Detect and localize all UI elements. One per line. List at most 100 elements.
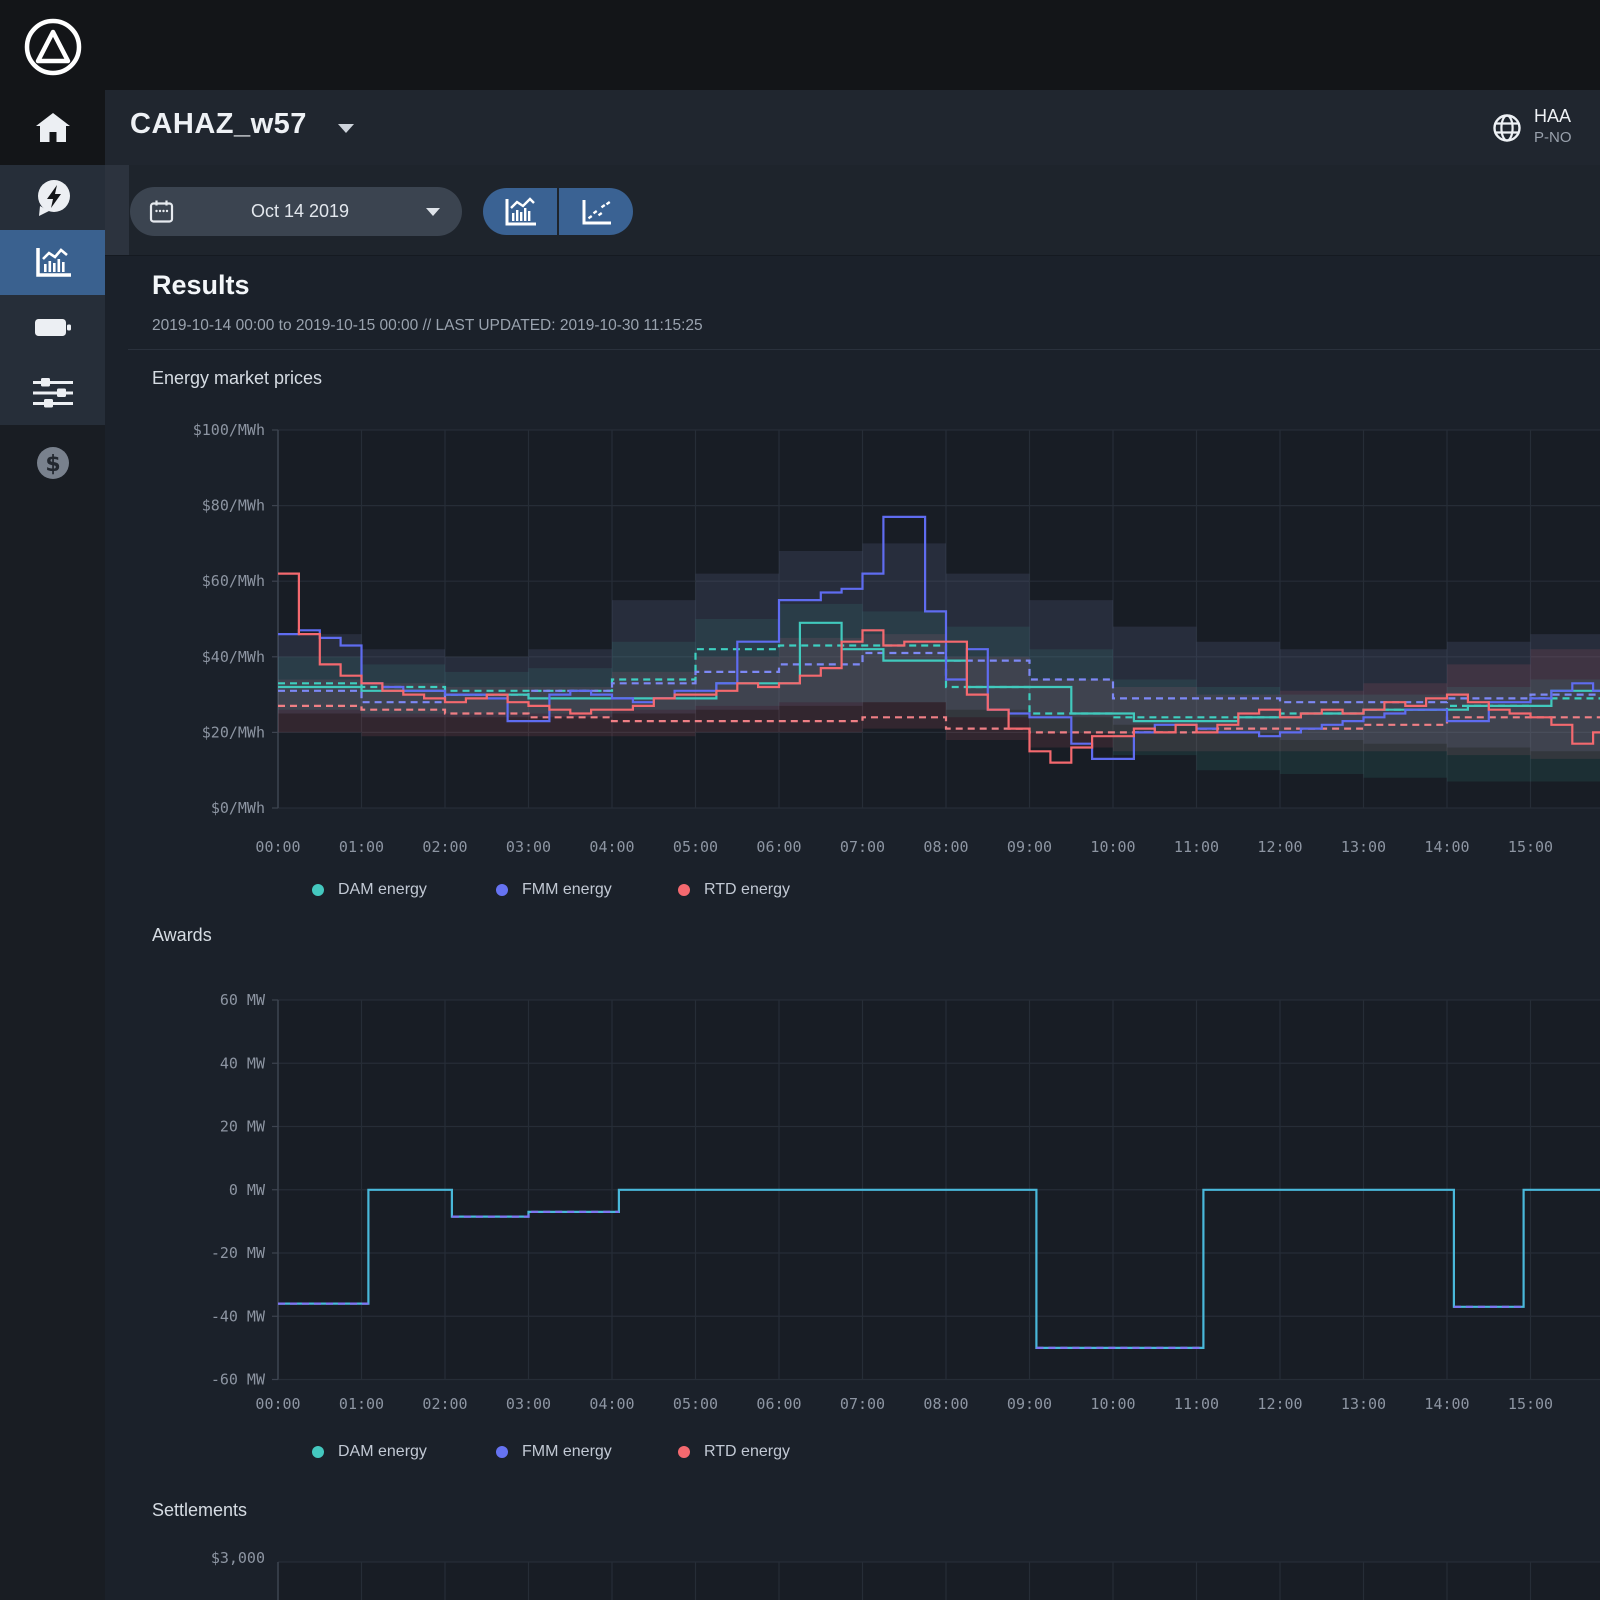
- svg-text:00:00: 00:00: [255, 1395, 300, 1413]
- sidebar-item-battery[interactable]: [0, 295, 105, 360]
- svg-text:$3,000: $3,000: [211, 1549, 265, 1567]
- sidebar-item-results[interactable]: [0, 230, 105, 295]
- svg-text:05:00: 05:00: [673, 1395, 718, 1413]
- date-caret-icon: [426, 207, 440, 216]
- legend-label: DAM energy: [338, 881, 427, 898]
- dollar-icon: $: [36, 446, 69, 479]
- home-icon: [35, 112, 70, 142]
- svg-text:06:00: 06:00: [756, 1395, 801, 1413]
- svg-text:02:00: 02:00: [422, 838, 467, 856]
- date-picker[interactable]: Oct 14 2019: [130, 187, 462, 236]
- chart-view-toggle: [483, 188, 633, 235]
- svg-text:-60 MW: -60 MW: [211, 1371, 266, 1389]
- svg-text:10:00: 10:00: [1090, 838, 1135, 856]
- svg-text:06:00: 06:00: [756, 838, 801, 856]
- svg-text:14:00: 14:00: [1424, 1395, 1469, 1413]
- energy-market-prices-chart: $0/MWh $20/MWh $40/MWh $60/MWh $80/MWh $100/M…: [193, 421, 1600, 856]
- sidebar-item-energy[interactable]: [0, 165, 105, 230]
- svg-text:11:00: 11:00: [1174, 1395, 1219, 1413]
- settlements-chart: $3,000: [211, 1549, 1600, 1600]
- svg-text:03:00: 03:00: [506, 838, 551, 856]
- account-line2: P-NO: [1534, 129, 1572, 146]
- svg-text:09:00: 09:00: [1007, 1395, 1052, 1413]
- results-subtitle: 2019-10-14 00:00 to 2019-10-15 00:00 // …: [152, 317, 703, 334]
- svg-text:04:00: 04:00: [589, 838, 634, 856]
- svg-text:0 MW: 0 MW: [229, 1181, 266, 1199]
- app-root: $ CAHAZ_w57 HAA P-NO Oct 14 2019 Results…: [0, 0, 1600, 1600]
- title-dropdown-caret-icon[interactable]: [338, 124, 354, 133]
- sidebar-item-settings[interactable]: [0, 360, 105, 425]
- chart-icon: [35, 247, 71, 277]
- legend-label: RTD energy: [704, 1443, 790, 1460]
- fmm-legend-dot-icon: [496, 884, 508, 896]
- awards-chart: -60 MW -40 MW -20 MW 0 MW 20 MW 40 MW 60 MW 00:…: [211, 991, 1600, 1413]
- svg-text:10:00: 10:00: [1090, 1395, 1135, 1413]
- account-line1: HAA: [1534, 106, 1572, 126]
- sidebar-item-billing[interactable]: $: [0, 425, 105, 500]
- svg-text:$80/MWh: $80/MWh: [202, 497, 265, 515]
- svg-text:-40 MW: -40 MW: [211, 1307, 266, 1325]
- svg-text:08:00: 08:00: [923, 838, 968, 856]
- svg-text:$20/MWh: $20/MWh: [202, 723, 265, 741]
- sliders-icon: [32, 377, 73, 407]
- svg-text:$40/MWh: $40/MWh: [202, 648, 265, 666]
- svg-text:03:00: 03:00: [506, 1395, 551, 1413]
- legend-item-dam[interactable]: DAM energy: [312, 876, 427, 904]
- svg-text:00:00: 00:00: [255, 838, 300, 856]
- legend-item-fmm[interactable]: FMM energy: [496, 1438, 612, 1466]
- rtd-legend-dot-icon: [678, 1446, 690, 1458]
- prices-section-title: Energy market prices: [152, 368, 323, 388]
- svg-text:07:00: 07:00: [840, 838, 885, 856]
- legend-label: RTD energy: [704, 881, 790, 898]
- sidebar: [0, 165, 105, 425]
- bolt-bubble-icon: [37, 179, 70, 216]
- svg-text:04:00: 04:00: [589, 1395, 634, 1413]
- settlements-section-title: Settlements: [152, 1500, 248, 1520]
- scatter-view-button[interactable]: [559, 188, 633, 235]
- rtd-legend-dot-icon: [678, 884, 690, 896]
- account-info[interactable]: HAA P-NO: [1534, 104, 1600, 156]
- results-title: Results: [152, 270, 250, 300]
- svg-text:$: $: [45, 452, 60, 477]
- date-value: Oct 14 2019: [250, 201, 350, 221]
- svg-text:13:00: 13:00: [1341, 1395, 1386, 1413]
- sidebar-item-home[interactable]: [0, 90, 105, 165]
- svg-text:15:00: 15:00: [1508, 1395, 1553, 1413]
- bar-line-chart-icon: [505, 196, 536, 225]
- svg-text:12:00: 12:00: [1257, 1395, 1302, 1413]
- battery-icon: [34, 318, 71, 336]
- svg-text:01:00: 01:00: [339, 1395, 384, 1413]
- page-title[interactable]: CAHAZ_w57: [130, 108, 307, 141]
- top-bar: [0, 0, 1600, 90]
- svg-text:20 MW: 20 MW: [220, 1118, 266, 1136]
- legend-item-rtd[interactable]: RTD energy: [678, 1438, 790, 1466]
- app-logo-icon[interactable]: [22, 16, 84, 78]
- svg-text:$60/MWh: $60/MWh: [202, 572, 265, 590]
- svg-text:09:00: 09:00: [1007, 838, 1052, 856]
- svg-text:14:00: 14:00: [1424, 838, 1469, 856]
- svg-text:02:00: 02:00: [422, 1395, 467, 1413]
- svg-text:-20 MW: -20 MW: [211, 1244, 266, 1262]
- svg-text:01:00: 01:00: [339, 838, 384, 856]
- svg-text:08:00: 08:00: [923, 1395, 968, 1413]
- dam-legend-dot-icon: [312, 884, 324, 896]
- legend-item-fmm[interactable]: FMM energy: [496, 876, 612, 904]
- svg-text:60 MW: 60 MW: [220, 991, 266, 1009]
- svg-text:11:00: 11:00: [1174, 838, 1219, 856]
- svg-text:05:00: 05:00: [673, 838, 718, 856]
- scatter-chart-icon: [582, 199, 611, 224]
- bar-line-view-button[interactable]: [483, 188, 557, 235]
- svg-text:40 MW: 40 MW: [220, 1054, 266, 1072]
- svg-text:12:00: 12:00: [1257, 838, 1302, 856]
- svg-text:$100/MWh: $100/MWh: [193, 421, 265, 439]
- globe-icon[interactable]: [1492, 113, 1522, 143]
- divider: [128, 349, 1600, 350]
- legend-item-rtd[interactable]: RTD energy: [678, 876, 790, 904]
- legend-item-dam[interactable]: DAM energy: [312, 1438, 427, 1466]
- svg-text:$0/MWh: $0/MWh: [211, 799, 265, 817]
- legend-label: FMM energy: [522, 881, 612, 898]
- dam-legend-dot-icon: [312, 1446, 324, 1458]
- awards-section-title: Awards: [152, 925, 212, 945]
- header-bar: [105, 90, 1600, 165]
- calendar-icon: [149, 200, 174, 223]
